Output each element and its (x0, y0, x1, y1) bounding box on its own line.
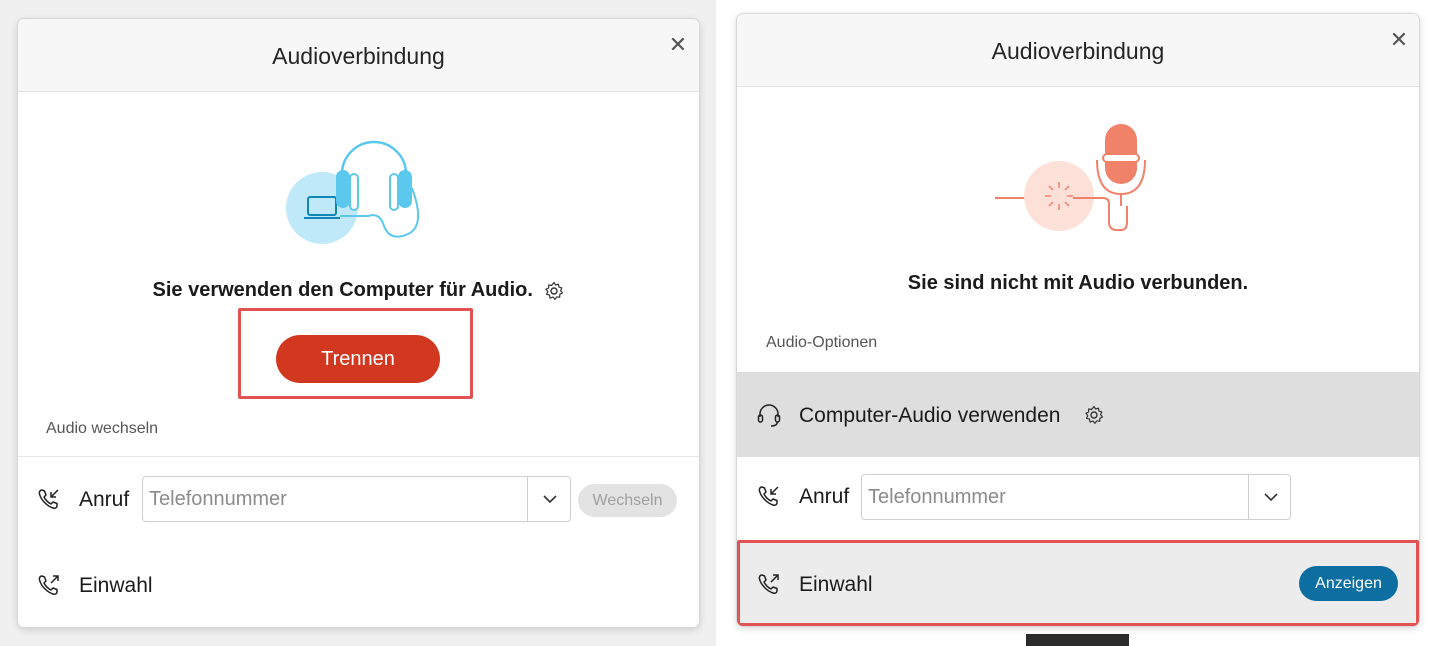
section-label: Audio-Optionen (766, 334, 878, 351)
phone-number-input[interactable] (862, 475, 1246, 519)
computer-audio-label: Computer-Audio verwenden (799, 404, 1061, 427)
phone-number-field (142, 476, 571, 522)
close-icon[interactable]: ✕ (666, 33, 690, 57)
highlight-box (737, 540, 1419, 626)
dialog-header: Audioverbindung ✕ (18, 19, 699, 92)
audio-connection-dialog-connected: Audioverbindung ✕ Sie verwenden den Comp… (18, 19, 699, 627)
call-label: Anruf (79, 488, 130, 511)
gear-icon[interactable] (1084, 405, 1104, 425)
headset-icon (757, 404, 781, 427)
chevron-down-icon (543, 495, 557, 504)
disconnect-button[interactable]: Trennen (276, 335, 440, 383)
divider (18, 456, 699, 457)
dialog-title: Audioverbindung (991, 38, 1165, 64)
phone-number-input[interactable] (143, 477, 525, 521)
dial-in-label[interactable]: Einwahl (79, 574, 153, 598)
section-label: Audio wechseln (46, 420, 159, 437)
switch-button[interactable]: Wechseln (578, 484, 677, 517)
chevron-down-icon (1264, 493, 1278, 502)
phone-call-icon (758, 486, 779, 506)
call-label: Anruf (799, 485, 850, 508)
headset-laptop-illustration (286, 140, 419, 244)
country-dropdown-button[interactable] (528, 477, 572, 521)
computer-audio-option[interactable]: Computer-Audio verwenden (737, 372, 1419, 457)
close-icon[interactable]: ✕ (1387, 28, 1411, 52)
microphone-illustration (995, 124, 1146, 231)
dial-in-icon (38, 575, 59, 595)
status-row: Sie verwenden den Computer für Audio. (18, 279, 699, 302)
dialog-header: Audioverbindung ✕ (737, 14, 1419, 87)
phone-call-icon (38, 489, 59, 509)
phone-number-field (861, 474, 1291, 520)
country-dropdown-button[interactable] (1249, 475, 1293, 519)
status-text: Sie verwenden den Computer für Audio. (152, 279, 533, 301)
background-toolbar (1026, 634, 1129, 646)
gear-icon[interactable] (544, 281, 564, 301)
dialog-title: Audioverbindung (272, 43, 445, 69)
status-text: Sie sind nicht mit Audio verbunden. (907, 272, 1249, 294)
audio-connection-dialog-disconnected: Audioverbindung ✕ Sie sind nicht mit Aud… (737, 14, 1419, 626)
